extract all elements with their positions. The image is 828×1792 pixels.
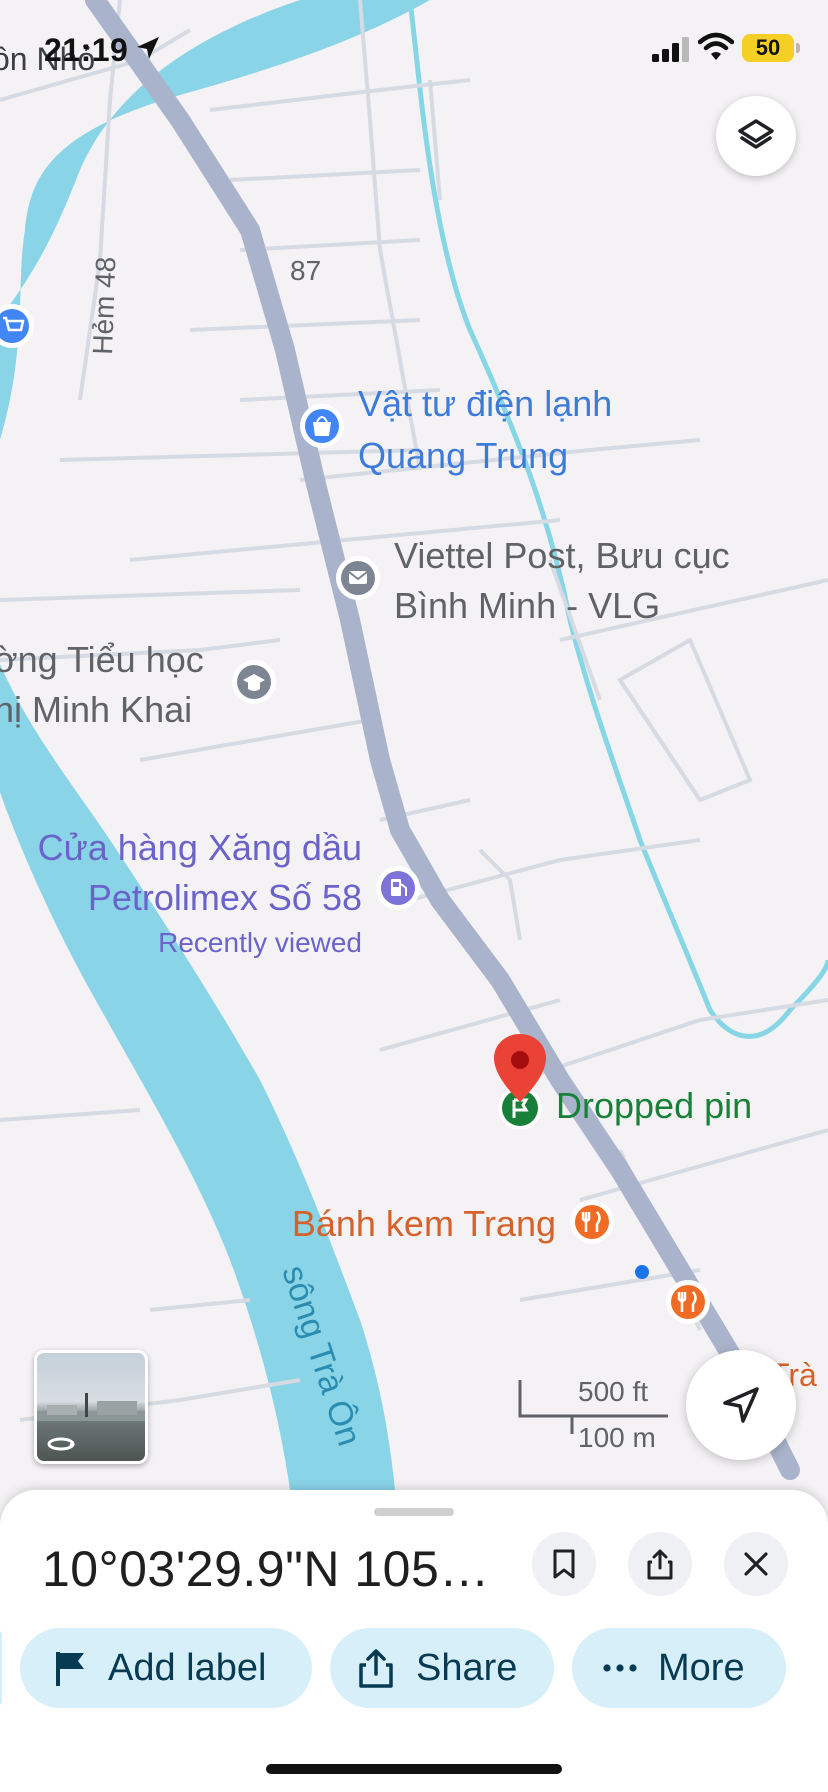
current-location-dot bbox=[635, 1265, 649, 1279]
add-label-chip[interactable]: Add label bbox=[20, 1628, 312, 1708]
poi-post-marker[interactable] bbox=[336, 556, 380, 600]
more-chip[interactable]: More bbox=[572, 1628, 786, 1708]
more-text: More bbox=[658, 1647, 745, 1689]
poi-school-marker[interactable] bbox=[232, 660, 276, 704]
close-icon bbox=[744, 1552, 768, 1576]
share-button-top[interactable] bbox=[628, 1532, 692, 1596]
signal-icon bbox=[652, 37, 689, 62]
wifi-icon bbox=[698, 32, 734, 60]
main-road bbox=[85, 0, 800, 1480]
my-location-button[interactable] bbox=[686, 1350, 796, 1460]
poi-post-label-2[interactable]: Bình Minh - VLG bbox=[394, 585, 660, 626]
poi-shopping-marker[interactable] bbox=[0, 304, 34, 348]
alley-label: Hẻm 48 bbox=[87, 256, 121, 355]
status-bar: 21:19 50 bbox=[0, 0, 828, 100]
poi-fuel-label-1[interactable]: Cửa hàng Xăng dầu bbox=[38, 827, 362, 868]
status-time: 21:19 bbox=[44, 32, 129, 68]
poi-fuel-label-2[interactable]: Petrolimex Số 58 bbox=[88, 877, 362, 918]
place-bottom-sheet[interactable]: 10°03'29.9"N 105°... Add label Share Mor… bbox=[0, 1490, 828, 1792]
battery-indicator: 50 bbox=[742, 34, 794, 62]
add-label-text: Add label bbox=[108, 1647, 267, 1689]
navigate-icon bbox=[723, 1387, 759, 1423]
scale-label-m: 100 m bbox=[578, 1422, 656, 1453]
scale-label-ft: 500 ft bbox=[578, 1376, 649, 1407]
poi-food-marker[interactable] bbox=[666, 1280, 710, 1324]
sheet-drag-handle[interactable] bbox=[374, 1508, 454, 1516]
chip-scroll-edge bbox=[0, 1628, 2, 1708]
dropped-pin-label[interactable]: Dropped pin bbox=[556, 1085, 752, 1126]
poi-bakery-label[interactable]: Bánh kem Trang bbox=[292, 1203, 556, 1244]
poi-shop-label-2[interactable]: Quang Trung bbox=[358, 435, 568, 476]
poi-shop-label-1[interactable]: Vật tư điện lạnh bbox=[358, 383, 612, 424]
layers-button[interactable] bbox=[716, 96, 796, 176]
poi-bakery-marker[interactable] bbox=[570, 1200, 614, 1244]
streetview-icon bbox=[37, 1393, 145, 1451]
flag-icon bbox=[56, 1652, 84, 1686]
home-indicator[interactable] bbox=[266, 1764, 562, 1774]
poi-fuel-note: Recently viewed bbox=[158, 927, 362, 958]
close-button[interactable] bbox=[724, 1532, 788, 1596]
share-icon bbox=[647, 1549, 673, 1580]
save-button[interactable] bbox=[532, 1532, 596, 1596]
bookmark-icon bbox=[553, 1549, 575, 1579]
poi-shop-marker[interactable] bbox=[300, 404, 344, 448]
battery-cap bbox=[796, 43, 800, 53]
location-arrow-icon bbox=[137, 37, 159, 59]
share-chip[interactable]: Share bbox=[330, 1628, 554, 1708]
poi-school-label-2[interactable]: hị Minh Khai bbox=[0, 689, 192, 730]
street-view-thumbnail[interactable] bbox=[34, 1350, 148, 1464]
route-label: 87 bbox=[290, 255, 321, 286]
more-dots-icon bbox=[603, 1664, 637, 1672]
dropped-pin-marker[interactable] bbox=[494, 1034, 546, 1130]
share-icon bbox=[359, 1649, 393, 1688]
layers-icon bbox=[738, 119, 774, 149]
coordinates-title: 10°03'29.9"N 105°... bbox=[42, 1541, 502, 1597]
poi-fuel-marker[interactable] bbox=[376, 866, 420, 910]
poi-school-label-1[interactable]: ờng Tiểu học bbox=[0, 639, 204, 680]
battery-level: 50 bbox=[755, 35, 781, 60]
poi-post-label-1[interactable]: Viettel Post, Bưu cục bbox=[394, 535, 730, 576]
share-text: Share bbox=[416, 1647, 518, 1689]
